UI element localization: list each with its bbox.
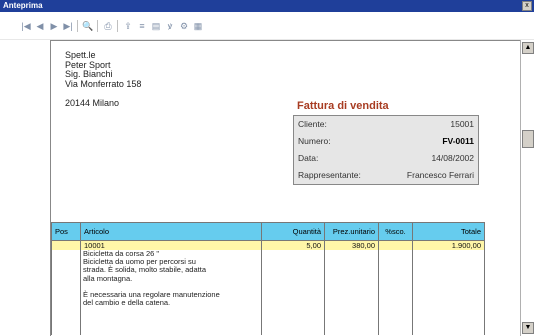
toolbar-separator (97, 20, 98, 32)
scroll-down-button[interactable]: ▼ (522, 322, 534, 334)
item-description: Bicicletta da corsa 26 " Bicicletta da u… (83, 249, 253, 308)
cell-pos (52, 241, 81, 335)
cell-sconto (379, 241, 413, 335)
document-page: Spett.le Peter Sport Sig. Bianchi Via Mo… (50, 40, 520, 336)
first-page-icon[interactable]: |◀ (20, 20, 32, 32)
invoice-info-box: Cliente: 15001 Numero: FV-0011 Data: 14/… (293, 115, 479, 185)
info-value: Francesco Ferrari (406, 170, 474, 180)
vertical-scrollbar[interactable]: ▲ ▼ (520, 40, 534, 336)
cell-totale: 1.900,00 (451, 241, 481, 250)
page-setup-icon[interactable]: ▦ (192, 20, 204, 32)
info-row-rappresentante: Rappresentante: Francesco Ferrari (294, 167, 478, 184)
export-table-icon[interactable]: ▤ (150, 20, 162, 32)
preview-toolbar: |◀ ◀ ▶ ▶| 🔍 ⎙ ⇪ ≡ ▤ ꝟ ⚙ ▦ (0, 12, 534, 40)
address-line: Via Monferrato 158 (65, 78, 142, 89)
info-value: FV-0011 (442, 136, 474, 146)
info-value: 15001 (450, 119, 474, 129)
info-row-numero: Numero: FV-0011 (294, 133, 478, 150)
window-title: Anteprima (3, 1, 43, 10)
close-button[interactable]: x (522, 1, 532, 11)
info-row-data: Data: 14/08/2002 (294, 150, 478, 167)
column-header-prezzo: Prez.unitario (325, 223, 379, 240)
table-header: Pos Articolo Quantità Prez.unitario %sco… (52, 222, 484, 241)
next-page-icon[interactable]: ▶ (48, 20, 60, 32)
info-label: Cliente: (298, 119, 327, 129)
address-city: 20144 Milano (65, 98, 120, 108)
info-label: Rappresentante: (298, 170, 361, 180)
column-header-totale: Totale (460, 227, 481, 236)
export-text-icon[interactable]: ≡ (136, 20, 148, 32)
column-header-articolo: Articolo (81, 223, 262, 240)
description-line: del cambio e della catena. (83, 298, 171, 308)
table-row: 10001 5,00 380,00 1.900,00 Bicicletta da… (52, 241, 484, 335)
cell-prezzo: 380,00 (325, 241, 379, 335)
scroll-up-button[interactable]: ▲ (522, 42, 534, 54)
info-value: 14/08/2002 (431, 153, 474, 163)
info-label: Data: (298, 153, 319, 163)
invoice-title: Fattura di vendita (297, 100, 389, 112)
column-header-pos: Pos (52, 223, 81, 240)
info-row-cliente: Cliente: 15001 (294, 116, 478, 133)
column-header-sconto: %sco. (379, 223, 413, 240)
column-header-quantita: Quantità (262, 223, 325, 240)
description-line: alla montagna. (83, 273, 133, 283)
cell-quantita: 5,00 (262, 241, 325, 335)
export-special-icon[interactable]: ꝟ (164, 20, 176, 32)
items-table: Pos Articolo Quantità Prez.unitario %sco… (51, 222, 485, 335)
zoom-icon[interactable]: 🔍 (82, 20, 94, 32)
toolbar-separator (77, 20, 78, 32)
info-label: Numero: (298, 136, 331, 146)
last-page-icon[interactable]: ▶| (62, 20, 74, 32)
prev-page-icon[interactable]: ◀ (34, 20, 46, 32)
print-icon[interactable]: ⎙ (102, 20, 114, 32)
settings-icon[interactable]: ⚙ (178, 20, 190, 32)
recipient-address: Spett.le Peter Sport Sig. Bianchi Via Mo… (65, 50, 142, 89)
window-titlebar: Anteprima x (0, 0, 534, 12)
scroll-thumb[interactable] (522, 130, 534, 148)
toolbar-separator (117, 20, 118, 32)
export-icon[interactable]: ⇪ (122, 20, 134, 32)
